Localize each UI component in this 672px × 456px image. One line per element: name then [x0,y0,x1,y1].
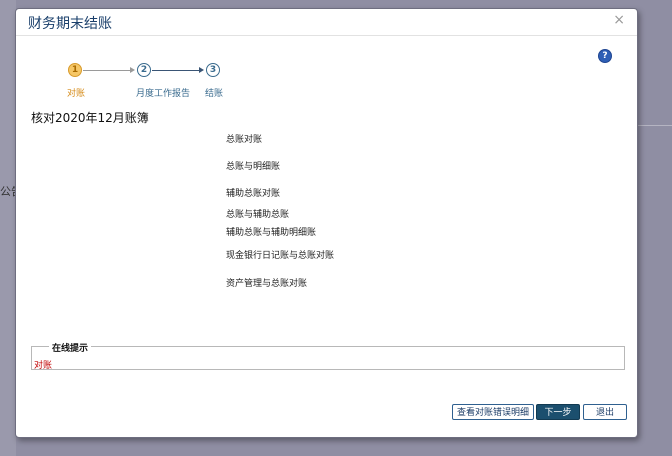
step-2-circle: 2 [137,63,151,77]
view-reconcile-errors-button[interactable]: 查看对账错误明细 [452,404,534,420]
check-item-general-ledger: 总账对账 [226,135,263,145]
online-hint-text: 对账 [34,361,53,371]
step-1-label: 对账 [67,89,86,99]
step-3-label: 结账 [205,89,224,99]
check-item-aux-vs-aux-detail: 辅助总账与辅助明细账 [226,228,317,238]
step-3-circle: 3 [206,63,220,77]
online-hint-legend: 在线提示 [49,341,92,354]
background-left-strip [0,0,16,456]
background-divider [636,125,672,126]
check-item-ledger-vs-aux: 总账与辅助总账 [226,210,290,220]
help-icon[interactable]: ? [599,50,611,62]
step-arrow-1 [83,70,131,71]
check-item-cash-bank-journal: 现金银行日记账与总账对账 [226,251,335,261]
online-hint-box [31,346,625,370]
exit-button[interactable]: 退出 [583,404,627,420]
check-item-asset-management: 资产管理与总账对账 [226,279,308,289]
step-arrow-1-head [130,67,135,73]
check-item-ledger-vs-detail: 总账与明细账 [226,162,281,172]
step-2-label: 月度工作报告 [136,89,191,99]
dialog-title: 财务期末结账 [28,16,112,32]
reconcile-heading: 核对2020年12月账簿 [31,111,149,125]
close-icon[interactable]: × [613,12,625,28]
next-step-button[interactable]: 下一步 [536,404,580,420]
step-arrow-2 [152,70,200,71]
step-arrow-2-head [199,67,204,73]
check-item-aux-ledger: 辅助总账对账 [226,189,281,199]
dialog-titlebar: 财务期末结账 × [16,9,637,36]
period-end-closing-dialog: 财务期末结账 × ? 1 2 3 对账 月度工作报告 结账 核对2020年12月… [15,8,638,438]
step-1-circle: 1 [68,63,82,77]
